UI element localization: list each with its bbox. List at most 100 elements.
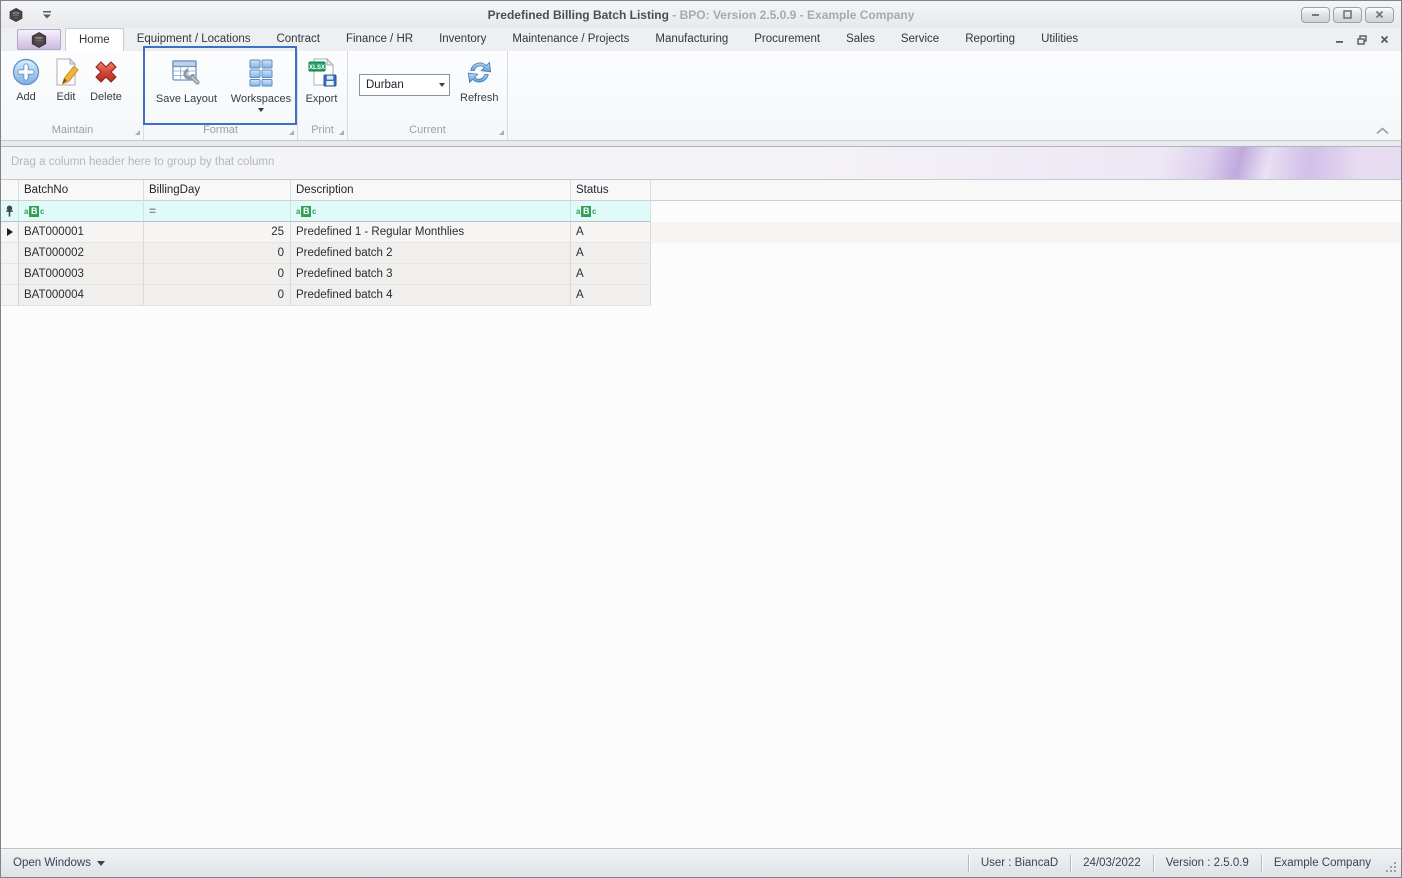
group-label-print: Print (298, 123, 347, 139)
add-button[interactable]: Add (6, 54, 46, 103)
table-row[interactable]: BAT000001 25 Predefined 1 - Regular Mont… (1, 222, 1401, 243)
application-window: Predefined Billing Batch Listing - BPO: … (0, 0, 1402, 878)
window-title: Predefined Billing Batch Listing - BPO: … (487, 7, 915, 22)
group-by-panel[interactable]: Drag a column header here to group by th… (1, 147, 1401, 180)
cell-description[interactable]: Predefined batch 3 (291, 264, 571, 285)
tab-finance-hr[interactable]: Finance / HR (333, 29, 426, 51)
grid-empty-area (1, 306, 1401, 848)
workspaces-dropdown-icon (257, 108, 264, 112)
tab-manufacturing[interactable]: Manufacturing (642, 29, 741, 51)
refresh-icon (467, 61, 491, 84)
collapse-ribbon-icon[interactable] (1375, 125, 1390, 135)
mdi-close-icon[interactable] (1380, 35, 1389, 44)
column-header-batchno[interactable]: BatchNo (19, 180, 144, 201)
status-bar: Open Windows User : BiancaD 24/03/2022 V… (1, 848, 1401, 877)
workspace: Drag a column header here to group by th… (1, 141, 1401, 848)
edit-button[interactable]: Edit (46, 54, 86, 103)
column-header-status[interactable]: Status (571, 180, 651, 201)
cell-batchno[interactable]: BAT000003 (19, 264, 144, 285)
filter-batchno[interactable]: aBc (19, 201, 144, 222)
ribbon-group-format: Save Layout Workspaces Format (143, 46, 298, 140)
combo-dropdown-icon[interactable] (434, 83, 449, 87)
delete-button[interactable]: Delete (86, 54, 126, 103)
mdi-minimize-icon[interactable] (1335, 35, 1344, 44)
site-combobox-value: Durban (366, 79, 404, 91)
text-filter-icon: aBc (576, 205, 597, 217)
add-icon (12, 58, 40, 86)
close-button[interactable] (1365, 6, 1394, 23)
site-combobox[interactable]: Durban (359, 74, 450, 96)
filter-status[interactable]: aBc (571, 201, 651, 222)
text-filter-icon: aBc (24, 205, 45, 217)
ribbon-group-print: XLSX Export Print (298, 51, 348, 140)
ribbon-tab-row: Home Equipment / Locations Contract Fina… (1, 28, 1401, 51)
resize-grip[interactable] (1385, 861, 1398, 874)
ribbon-group-maintain: Add Edit Delete Maintain (2, 51, 144, 140)
equals-filter-icon: = (149, 204, 157, 218)
application-button[interactable] (17, 29, 61, 50)
tab-home[interactable]: Home (65, 28, 124, 51)
mdi-restore-icon[interactable] (1357, 34, 1367, 45)
column-header-billingday[interactable]: BillingDay (144, 180, 291, 201)
cell-status[interactable]: A (571, 222, 651, 243)
statusbar-user: User : BiancaD (980, 857, 1059, 869)
export-button[interactable]: XLSX Export (301, 54, 343, 105)
text-filter-icon: aBc (296, 205, 317, 217)
filter-billingday[interactable]: = (144, 201, 291, 222)
workspaces-button[interactable]: Workspaces (227, 54, 295, 112)
open-windows-button[interactable]: Open Windows (13, 857, 105, 869)
refresh-button[interactable]: Refresh (456, 54, 503, 104)
tab-sales[interactable]: Sales (833, 29, 888, 51)
table-row[interactable]: BAT000004 0 Predefined batch 4 A (1, 285, 1401, 306)
header-indicator-cell (1, 180, 19, 201)
row-indicator (1, 285, 19, 306)
cell-billingday[interactable]: 0 (144, 243, 291, 264)
group-label-format: Format (144, 123, 297, 139)
cell-billingday[interactable]: 0 (144, 285, 291, 306)
quick-access-customize-icon[interactable] (42, 10, 52, 19)
tab-contract[interactable]: Contract (263, 29, 332, 51)
minimize-button[interactable] (1301, 6, 1330, 23)
cell-description[interactable]: Predefined batch 4 (291, 285, 571, 306)
decorative-swoosh (1151, 147, 1401, 179)
row-arrow-icon (6, 228, 13, 236)
cell-status[interactable]: A (571, 243, 651, 264)
tab-utilities[interactable]: Utilities (1028, 29, 1091, 51)
cell-batchno[interactable]: BAT000002 (19, 243, 144, 264)
statusbar-company: Example Company (1273, 857, 1371, 869)
save-layout-button[interactable]: Save Layout (152, 54, 221, 105)
title-bar: Predefined Billing Batch Listing - BPO: … (1, 1, 1401, 28)
table-row[interactable]: BAT000002 0 Predefined batch 2 A (1, 243, 1401, 264)
workspaces-icon (249, 59, 273, 87)
tab-reporting[interactable]: Reporting (952, 29, 1028, 51)
tab-procurement[interactable]: Procurement (741, 29, 833, 51)
export-xlsx-icon: XLSX (308, 57, 336, 87)
cell-description[interactable]: Predefined 1 - Regular Monthlies (291, 222, 571, 243)
billing-batch-grid: Drag a column header here to group by th… (1, 146, 1401, 848)
statusbar-date: 24/03/2022 (1083, 857, 1141, 869)
app-logo-icon (31, 31, 47, 48)
tab-equipment-locations[interactable]: Equipment / Locations (124, 29, 264, 51)
ribbon-group-current: Durban Refresh Current (348, 51, 508, 140)
ribbon-tabs: Home Equipment / Locations Contract Fina… (65, 28, 1091, 51)
cell-batchno[interactable]: BAT000004 (19, 285, 144, 306)
maximize-button[interactable] (1333, 6, 1362, 23)
cell-status[interactable]: A (571, 285, 651, 306)
cell-billingday[interactable]: 0 (144, 264, 291, 285)
tab-maintenance-projects[interactable]: Maintenance / Projects (499, 29, 642, 51)
cell-status[interactable]: A (571, 264, 651, 285)
row-indicator (1, 264, 19, 285)
cell-billingday[interactable]: 25 (144, 222, 291, 243)
header-filler (651, 180, 1401, 201)
open-windows-dropdown-icon (96, 860, 105, 866)
tab-inventory[interactable]: Inventory (426, 29, 499, 51)
column-header-description[interactable]: Description (291, 180, 571, 201)
tab-service[interactable]: Service (888, 29, 952, 51)
table-row[interactable]: BAT000003 0 Predefined batch 3 A (1, 264, 1401, 285)
cell-description[interactable]: Predefined batch 2 (291, 243, 571, 264)
current-row-indicator (1, 222, 19, 243)
auto-filter-row: aBc = aBc aBc (1, 201, 1401, 222)
filter-description[interactable]: aBc (291, 201, 571, 222)
cell-batchno[interactable]: BAT000001 (19, 222, 144, 243)
grid-header-row: BatchNo BillingDay Description Status (1, 180, 1401, 201)
